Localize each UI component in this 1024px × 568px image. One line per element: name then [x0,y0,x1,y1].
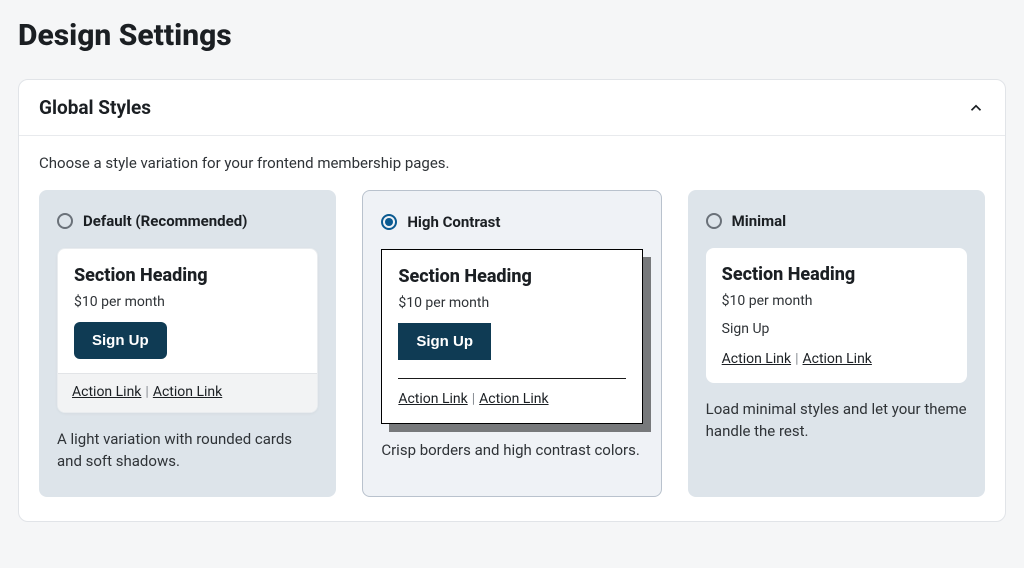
variation-label-default: Default (Recommended) [83,212,247,230]
preview-card-minimal: Section Heading $10 per month Sign Up Ac… [706,248,967,383]
style-variation-high-contrast[interactable]: High Contrast Section Heading $10 per mo… [362,190,661,497]
preview-heading: Section Heading [74,265,301,286]
variation-description-default: A light variation with rounded cards and… [57,429,318,473]
signup-button[interactable]: Sign Up [398,323,491,360]
divider [398,378,625,379]
preview-card-default: Section Heading $10 per month Sign Up Ac… [57,248,318,413]
style-variation-default[interactable]: Default (Recommended) Section Heading $1… [39,190,336,497]
preview-heading: Section Heading [722,264,951,285]
panel-title: Global Styles [39,96,151,119]
link-separator: | [141,384,152,400]
link-separator: | [468,391,479,407]
radio-dot-icon [385,218,393,226]
panel-body: Choose a style variation for your fronte… [19,136,1005,521]
preview-heading: Section Heading [398,266,625,287]
action-link[interactable]: Action Link [72,384,141,400]
preview-card-high-contrast: Section Heading $10 per month Sign Up Ac… [381,249,642,424]
style-variation-list: Default (Recommended) Section Heading $1… [39,190,985,497]
preview-price: $10 per month [398,295,625,311]
panel-description: Choose a style variation for your fronte… [39,154,985,172]
action-link[interactable]: Action Link [153,384,222,400]
action-link[interactable]: Action Link [479,391,548,407]
variation-description-high-contrast: Crisp borders and high contrast colors. [381,440,642,462]
panel-header-toggle[interactable]: Global Styles [19,80,1005,136]
preview-price: $10 per month [722,293,951,309]
page-title: Design Settings [18,18,1006,53]
variation-label-minimal: Minimal [732,212,786,230]
chevron-up-icon [967,99,985,117]
action-link[interactable]: Action Link [802,351,871,367]
variation-label-high-contrast: High Contrast [407,213,500,231]
preview-price: $10 per month [74,294,301,310]
global-styles-panel: Global Styles Choose a style variation f… [18,79,1006,522]
radio-minimal[interactable] [706,213,722,229]
signup-text[interactable]: Sign Up [722,321,951,337]
radio-default[interactable] [57,213,73,229]
style-variation-minimal[interactable]: Minimal Section Heading $10 per month Si… [688,190,985,497]
radio-high-contrast[interactable] [381,214,397,230]
action-link[interactable]: Action Link [722,351,791,367]
variation-description-minimal: Load minimal styles and let your theme h… [706,399,967,443]
action-link[interactable]: Action Link [398,391,467,407]
link-separator: | [791,351,802,367]
signup-button[interactable]: Sign Up [74,322,167,359]
